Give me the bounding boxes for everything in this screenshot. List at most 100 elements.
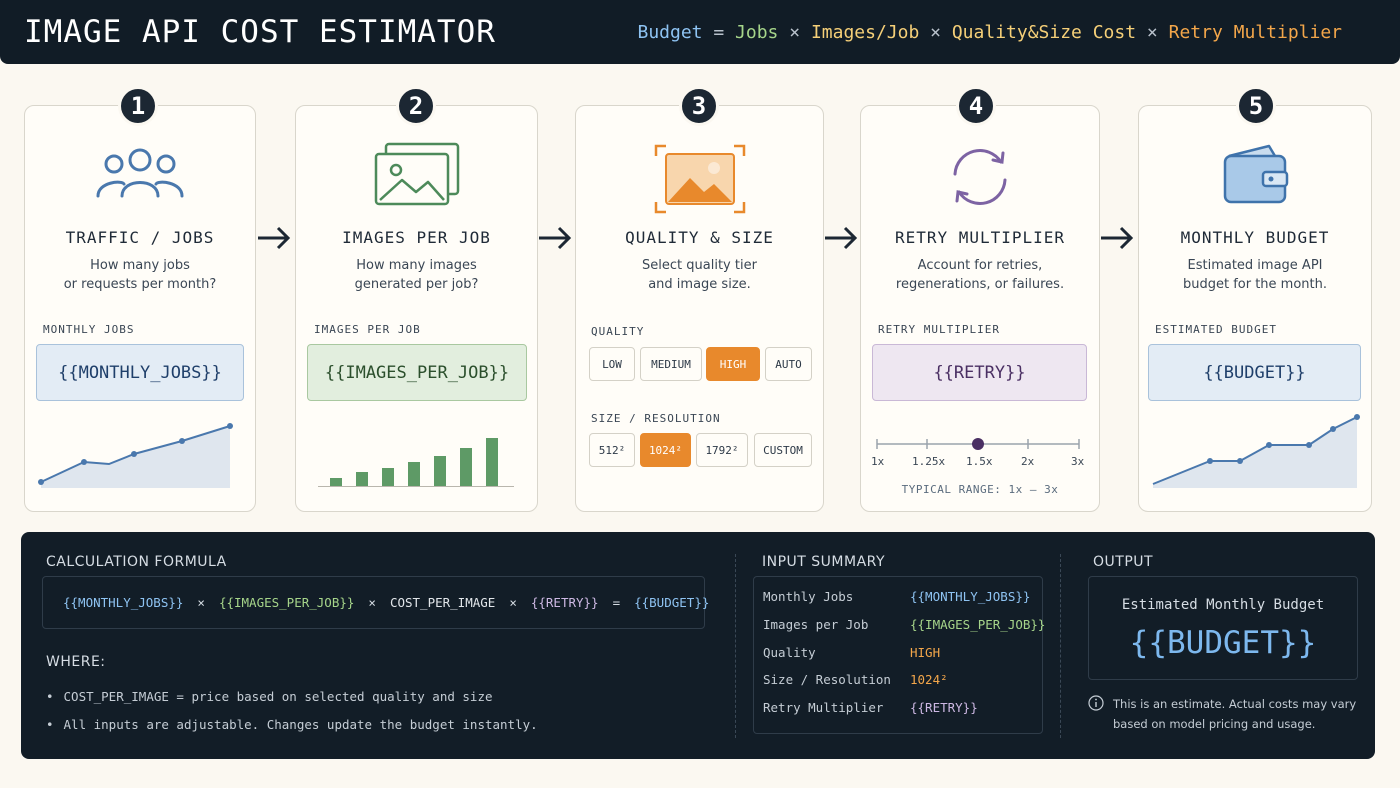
step-description: How many images generated per job? [354,258,479,292]
estimated-budget-output: {{BUDGET}} [1148,344,1361,401]
step-description: How many jobs or requests per month? [63,258,217,292]
retry-multiplier-input[interactable]: {{RETRY}} [872,344,1087,401]
formula-images: Images/Job [810,22,920,43]
step-card-images: IMAGES PER JOB How many images generated… [295,105,538,512]
calculation-formula-label: CALCULATION FORMULA [46,554,227,570]
step-card-retry: RETRY MULTIPLIER Account for retries, re… [860,105,1100,512]
formula-operator: = [612,595,621,610]
step-title: TRAFFIC / JOBS [65,228,215,247]
step-badge-5: 5 [1236,86,1276,126]
summary-value: {{MONTHLY_JOBS}} [910,589,1031,604]
summary-value: {{IMAGES_PER_JOB}} [910,617,1046,632]
monthly-jobs-input[interactable]: {{MONTHLY_JOBS}} [36,344,244,401]
header-bar: IMAGE API COST ESTIMATOR Budget = Jobs ×… [0,0,1400,64]
formula-operator: × [509,595,517,610]
bullet-item: All inputs are adjustable. Changes updat… [46,717,538,732]
slider-tick-1x: 1x [871,455,885,468]
slider-handle [972,438,984,450]
users-icon [25,142,255,202]
output-box-label: Estimated Monthly Budget [1121,597,1325,613]
step-title: MONTHLY BUDGET [1180,228,1330,247]
summary-key: Monthly Jobs [763,589,854,604]
header-formula: Budget = Jobs × Images/Job × Quality&Siz… [637,22,1342,43]
wallet-icon [1139,142,1371,208]
arrow-right-icon [539,226,572,250]
step-badge-1: 1 [118,86,158,126]
retry-slider[interactable] [869,434,1093,454]
formula-operator: × [368,595,376,610]
output-budget-value: {{BUDGET}} [1129,625,1317,661]
input-summary-box: Monthly Jobs {{MONTHLY_JOBS}} Images per… [753,576,1046,734]
output-box: Estimated Monthly Budget {{BUDGET}} [1088,576,1358,680]
formula-retry: Retry Multiplier [1168,22,1342,43]
budget-trend-chart [1152,414,1360,488]
bullet-item: COST_PER_IMAGE = price based on selected… [46,689,493,704]
quality-label: QUALITY [591,325,645,338]
summary-key: Quality [763,645,816,660]
divider [735,554,736,738]
input-summary-label: INPUT SUMMARY [762,554,886,570]
size-option-custom[interactable]: CUSTOM [754,433,812,467]
quality-option-medium[interactable]: MEDIUM [640,347,702,381]
where-label: WHERE: [46,654,106,670]
summary-key: Retry Multiplier [763,700,884,715]
formula-quality: Quality&Size Cost [951,22,1137,43]
formula-times: × [1146,22,1158,43]
formula-times: × [789,22,801,43]
step-card-quality: QUALITY & SIZE Select quality tier and i… [575,105,824,512]
formula-term-retry: {{RETRY}} [530,595,599,610]
step-badge-4: 4 [956,86,996,126]
formula-jobs: Jobs [735,22,779,43]
calculation-formula-box: {{MONTHLY_JOBS}} × {{IMAGES_PER_JOB}} × … [42,576,709,629]
estimated-budget-label: ESTIMATED BUDGET [1155,323,1277,336]
step-title: QUALITY & SIZE [625,228,774,247]
retry-multiplier-label: RETRY MULTIPLIER [878,323,1000,336]
output-label: OUTPUT [1093,554,1154,570]
step-title: IMAGES PER JOB [342,228,491,247]
step-badge-2: 2 [396,86,436,126]
formula-equals: = [713,22,725,43]
images-per-job-label: IMAGES PER JOB [314,323,421,336]
typical-range-note: TYPICAL RANGE: 1x – 3x [901,483,1059,496]
summary-key: Size / Resolution [763,672,891,687]
summary-value: HIGH [910,645,941,660]
slider-tick-1-5x: 1.5x [966,455,993,468]
quality-option-auto[interactable]: AUTO [765,347,812,381]
step-title: RETRY MULTIPLIER [894,228,1066,247]
size-label: SIZE / RESOLUTION [591,412,721,425]
step-description: Account for retries, regenerations, or f… [895,258,1065,292]
slider-tick-2x: 2x [1021,455,1035,468]
images-per-job-input[interactable]: {{IMAGES_PER_JOB}} [307,344,527,401]
step-description: Estimated image API budget for the month… [1182,258,1328,292]
summary-value: {{RETRY}} [910,700,978,715]
info-icon [1088,695,1104,711]
monthly-jobs-label: MONTHLY JOBS [43,323,135,336]
step-badge-3: 3 [679,86,719,126]
images-icon [296,142,537,208]
estimate-disclaimer: This is an estimate. Actual costs may va… [1113,697,1357,731]
step-card-traffic: TRAFFIC / JOBS How many jobs or requests… [24,105,256,512]
formula-operator: × [197,595,205,610]
slider-tick-3x: 3x [1071,455,1085,468]
traffic-trend-chart [38,423,233,488]
formula-times: × [930,22,941,43]
summary-value: 1024² [910,672,948,687]
slider-tick-1-25x: 1.25x [912,455,946,468]
refresh-icon [861,142,1099,212]
size-option-1792[interactable]: 1792² [696,433,748,467]
quality-option-low[interactable]: LOW [589,347,635,381]
arrow-right-icon [825,226,858,250]
size-option-512[interactable]: 512² [589,433,635,467]
step-description: Select quality tier and image size. [642,258,757,292]
formula-term-budget: {{BUDGET}} [634,595,710,610]
formula-term-monthly-jobs: {{MONTHLY_JOBS}} [63,595,184,610]
arrow-right-icon [1101,226,1134,250]
image-frame-icon [576,142,823,216]
summary-panel: CALCULATION FORMULA {{MONTHLY_JOBS}} × {… [21,532,1375,759]
size-option-1024[interactable]: 1024² [640,433,691,467]
step-card-budget: MONTHLY BUDGET Estimated image API budge… [1138,105,1372,512]
summary-key: Images per Job [763,617,869,632]
quality-option-high[interactable]: HIGH [706,347,760,381]
page-title: IMAGE API COST ESTIMATOR [24,14,496,50]
arrow-right-icon [258,226,291,250]
